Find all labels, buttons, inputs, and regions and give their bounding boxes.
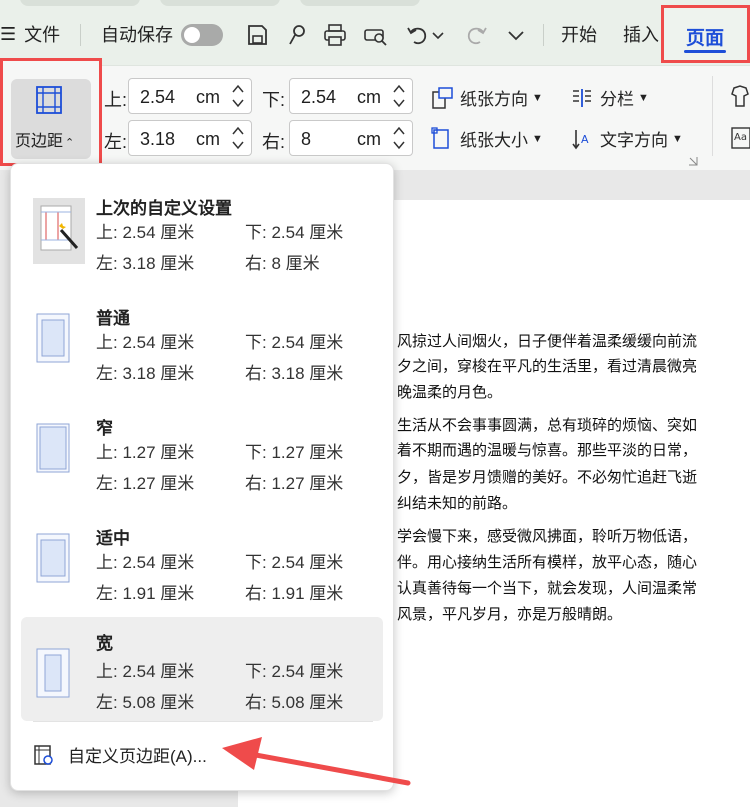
annotation-arrow [222,737,411,786]
